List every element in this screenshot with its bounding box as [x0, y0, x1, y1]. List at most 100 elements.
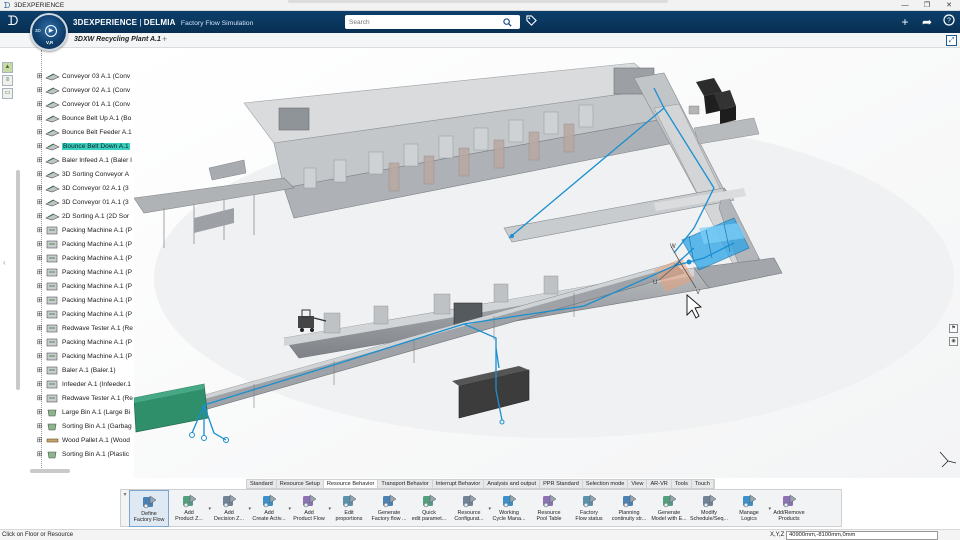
expand-icon[interactable]: ⊞	[36, 381, 43, 388]
tree-item[interactable]: ⊞ Packing Machine A.1 (P	[36, 238, 132, 250]
actionbar-scroll-left-icon[interactable]: ▾	[121, 490, 129, 500]
modify-schedule-button[interactable]: Modify Schedule/Seq...	[689, 490, 729, 527]
tree-item[interactable]: ⊞ Bounce Belt Up A.1 (Bo	[36, 112, 131, 124]
tree-item[interactable]: ⊞ Baler A.1 (Baler.1)	[36, 364, 116, 376]
tree-item[interactable]: ⊞ Sorting Bin A.1 (Garbag	[36, 420, 132, 432]
tree-item[interactable]: ⊞ Packing Machine A.1 (P	[36, 308, 132, 320]
resource-config-button[interactable]: Resource Configurat... ▾	[449, 490, 491, 527]
tree-item[interactable]: ⊞ Redwave Tester A.1 (Re	[36, 322, 133, 334]
tree-item[interactable]: ⊞ 3D Sorting Conveyor A	[36, 168, 129, 180]
expand-icon[interactable]: ⊞	[36, 311, 43, 318]
actionbar-tab[interactable]: Transport Behavior	[378, 480, 433, 488]
expand-icon[interactable]: ⊞	[36, 171, 43, 178]
resource-pool-button[interactable]: Resource Pool Table	[529, 490, 569, 527]
expand-icon[interactable]: ⊞	[36, 437, 43, 444]
add-product-flow-button[interactable]: Add Product Flow ▾	[289, 490, 331, 527]
add-product-zone-button[interactable]: Add Product Z... ▾	[169, 490, 211, 527]
actionbar-tab[interactable]: PPR Standard	[540, 480, 583, 488]
expand-icon[interactable]: ⊞	[36, 409, 43, 416]
generate-factory-flow-button[interactable]: Generate Factory flow ...	[369, 490, 409, 527]
tree-item[interactable]: ⊞ Conveyor 02 A.1 (Conv	[36, 84, 130, 96]
tree-item[interactable]: ⊞ 3D Conveyor 01 A.1 (3	[36, 196, 129, 208]
tree-item[interactable]: ⊞ Packing Machine A.1 (P	[36, 350, 132, 362]
tree-expand-icon[interactable]: ≡	[2, 75, 13, 86]
expand-icon[interactable]: ⊞	[36, 297, 43, 304]
add-icon[interactable]: +	[898, 14, 912, 30]
tree-item[interactable]: ⊞ 3D Conveyor 02 A.1 (3	[36, 182, 129, 194]
expand-icon[interactable]: ⊞	[36, 367, 43, 374]
tree-item[interactable]: ⊞ Packing Machine A.1 (P	[36, 224, 132, 236]
expand-icon[interactable]: ⊞	[36, 255, 43, 262]
tree-item[interactable]: ⊞ Sorting Bin A.1 (Plastic	[36, 448, 129, 460]
tree-horizontal-scrollbar[interactable]	[30, 469, 70, 473]
tree-filter-icon[interactable]: ▲	[2, 62, 13, 73]
help-icon[interactable]: ?	[942, 14, 956, 30]
expand-icon[interactable]: ⊞	[36, 423, 43, 430]
expand-icon[interactable]: ⊞	[36, 101, 43, 108]
tree-item[interactable]: ⊞ Bounce Belt Down A.1	[36, 140, 130, 152]
share-icon[interactable]: ➦	[920, 14, 934, 30]
add-tab-button[interactable]: +	[162, 34, 167, 44]
expand-icon[interactable]: ⊞	[36, 87, 43, 94]
actionbar-tab[interactable]: Analysis and output	[484, 480, 541, 488]
expand-icon[interactable]: ⊞	[36, 115, 43, 122]
tree-view-icon[interactable]: ▭	[2, 88, 13, 99]
expand-icon[interactable]: ⊞	[36, 73, 43, 80]
tree-item[interactable]: ⊞ Packing Machine A.1 (P	[36, 280, 132, 292]
expand-icon[interactable]: ⊞	[36, 241, 43, 248]
actionbar-tab[interactable]: View	[628, 480, 648, 488]
tab-plant[interactable]: 3DXW Recycling Plant A.1	[74, 36, 161, 43]
search-input[interactable]	[345, 16, 500, 28]
compass-widget[interactable]: 3D ▶ V,R	[30, 13, 68, 51]
flow-status-button[interactable]: Factory Flow status	[569, 490, 609, 527]
generate-model-button[interactable]: Generate Model with E...	[649, 490, 689, 527]
expand-icon[interactable]: ⊞	[36, 339, 43, 346]
tree-item[interactable]: ⊞ Packing Machine A.1 (P	[36, 266, 132, 278]
close-button[interactable]: ✕	[938, 0, 960, 11]
expand-icon[interactable]: ⊞	[36, 395, 43, 402]
working-cycle-button[interactable]: Working Cycle Mana...	[489, 490, 529, 527]
coordinate-field[interactable]: 40900mm,-8100mm,0mm	[786, 531, 938, 540]
tree-vertical-scrollbar[interactable]	[16, 170, 20, 390]
3d-viewport[interactable]: W U V ⚑ ◉	[134, 48, 960, 478]
planning-continuity-button[interactable]: Planning continuity str...	[609, 490, 649, 527]
window-grip[interactable]	[288, 0, 668, 3]
expand-icon[interactable]: ⊞	[36, 451, 43, 458]
tree-item[interactable]: ⊞ Bounce Belt Feeder A.1	[36, 126, 132, 138]
quick-edit-button[interactable]: Quick edit paramet...	[409, 490, 449, 527]
edit-proportions-button[interactable]: Edit proportions	[329, 490, 369, 527]
actionbar-tab[interactable]: Touch	[692, 480, 714, 488]
collapse-panel-icon[interactable]: ‹	[3, 258, 6, 267]
expand-icon[interactable]: ⊞	[36, 143, 43, 150]
factory-scene[interactable]: W U V	[134, 48, 960, 478]
expand-icon[interactable]: ⊞	[36, 227, 43, 234]
actionbar-tab[interactable]: Selection mode	[583, 480, 629, 488]
actionbar-tab[interactable]: Resource Setup	[277, 480, 324, 488]
define-flow-button[interactable]: Define Factory Flow	[129, 490, 169, 527]
actionbar-tab[interactable]: Standard	[247, 480, 277, 488]
fullscreen-icon[interactable]: ⤢	[946, 35, 957, 46]
expand-icon[interactable]: ⊞	[36, 199, 43, 206]
tree-item[interactable]: ⊞ Conveyor 01 A.1 (Conv	[36, 98, 130, 110]
add-create-activity-button[interactable]: Add Create Activ... ▾	[249, 490, 291, 527]
expand-icon[interactable]: ⊞	[36, 129, 43, 136]
expand-icon[interactable]: ⊞	[36, 269, 43, 276]
expand-icon[interactable]: ⊞	[36, 283, 43, 290]
tree-item[interactable]: ⊞ 2D Sorting A.1 (2D Sor	[36, 210, 129, 222]
tree-item[interactable]: ⊞ Redwave Tester A.1 (Re	[36, 392, 133, 404]
play-icon[interactable]: ▶	[45, 25, 57, 37]
tree-item[interactable]: ⊞ Packing Machine A.1 (P	[36, 252, 132, 264]
expand-icon[interactable]: ⊞	[36, 157, 43, 164]
flag-icon[interactable]: ⚑	[949, 324, 958, 333]
expand-icon[interactable]: ⊞	[36, 213, 43, 220]
tag-icon[interactable]	[526, 15, 538, 29]
minimize-button[interactable]: —	[894, 0, 916, 11]
tree-item[interactable]: ⊞ Infeeder A.1 (Infeeder.1	[36, 378, 131, 390]
tree-item[interactable]: ⊞ Packing Machine A.1 (P	[36, 336, 132, 348]
axis-triad-icon[interactable]	[938, 449, 958, 469]
tree-item[interactable]: ⊞ Conveyor 03 A.1 (Conv	[36, 70, 130, 82]
actionbar-tab[interactable]: AR-VR	[647, 480, 672, 488]
tree-item[interactable]: ⊞ Large Bin A.1 (Large Bi	[36, 406, 130, 418]
add-decision-zone-button[interactable]: Add Decision Z... ▾	[209, 490, 251, 527]
search-icon[interactable]	[500, 15, 514, 29]
